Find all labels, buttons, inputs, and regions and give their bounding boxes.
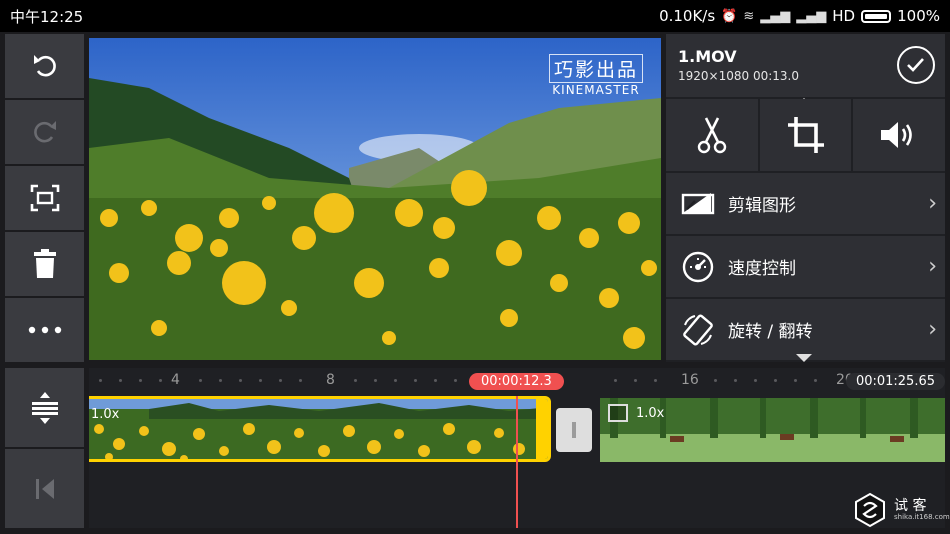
signal-icon: ▂▄▆: [760, 8, 791, 24]
status-indicators: 0.10K/s ⏰ ≋ ▂▄▆ ▂▄▆ HD 100%: [659, 7, 940, 25]
signal-icon: ▂▄▆: [796, 8, 827, 24]
redo-button[interactable]: [5, 100, 84, 164]
video-clip[interactable]: 1.0x: [600, 398, 945, 462]
menu-label: 速度控制: [728, 259, 796, 279]
chevron-right-icon: ›: [928, 254, 937, 279]
more-button[interactable]: [5, 298, 84, 362]
ruler-tick: 8: [326, 372, 335, 388]
trash-icon: [33, 249, 56, 278]
speed-dial-icon: [680, 249, 716, 285]
menu-label: 旋转 / 翻转: [728, 322, 813, 342]
scissors-icon: [697, 117, 727, 154]
site-url: shika.it168.com: [894, 513, 950, 521]
clip-options-panel: 1.MOV 1920×1080 00:13.0 剪辑图形 › 速度控制 › 旋转…: [666, 34, 946, 362]
battery-level: 100%: [897, 7, 940, 25]
status-time: 中午12:25: [10, 7, 84, 26]
hd-label: HD: [832, 7, 856, 25]
undo-icon: [33, 55, 56, 77]
alarm-off-icon: ⏰: [721, 8, 738, 24]
site-logo-icon: [855, 492, 885, 528]
redo-icon: [33, 121, 56, 143]
kinemaster-watermark: 巧影出品 KINEMASTER: [548, 54, 643, 97]
playhead[interactable]: [516, 396, 518, 528]
more-icon: [28, 326, 61, 334]
clip-speed-label: 1.0x: [636, 406, 665, 421]
menu-rotate-flip[interactable]: 旋转 / 翻转 ›: [666, 299, 945, 360]
volume-button[interactable]: [853, 99, 946, 171]
checkmark-icon: [907, 58, 924, 72]
ruler-tick: 4: [171, 372, 180, 388]
left-toolbar: [5, 34, 84, 362]
fit-screen-button[interactable]: [5, 166, 84, 230]
clip-name: 1.MOV: [678, 47, 737, 66]
menu-clip-graphics[interactable]: 剪辑图形 ›: [666, 173, 945, 234]
battery-icon: [861, 9, 892, 23]
watermark-cn: 巧影出品: [548, 54, 643, 83]
chevron-right-icon: ›: [928, 317, 937, 342]
track-height-button[interactable]: [5, 368, 84, 447]
clip-header: 1.MOV 1920×1080 00:13.0: [666, 34, 945, 97]
undo-button[interactable]: [5, 34, 84, 98]
scroll-down-icon[interactable]: [796, 354, 812, 362]
timeline[interactable]: 4 8 16 20 00:00:12.3 00:01:25.65 1.0x 1.…: [89, 368, 945, 528]
tool-row: [666, 99, 946, 171]
rotate-icon: [680, 312, 716, 348]
total-duration: 00:01:25.65: [845, 373, 945, 390]
playhead-time: 00:00:12.3: [469, 373, 564, 390]
volume-icon: [881, 122, 912, 148]
crop-button[interactable]: [759, 99, 852, 171]
wifi-icon: ≋: [743, 8, 755, 24]
confirm-button[interactable]: [897, 46, 935, 84]
split-button[interactable]: [666, 99, 758, 171]
video-clip-selected[interactable]: 1.0x: [89, 396, 551, 462]
fit-screen-icon: [30, 184, 59, 212]
clip-graphics-icon: [680, 186, 716, 222]
track-height-icon: [31, 391, 58, 424]
clip-speed-label: 1.0x: [91, 407, 120, 422]
timeline-toolbar: [5, 368, 84, 528]
transition-button[interactable]: [556, 408, 592, 452]
watermark-en: KINEMASTER: [552, 83, 640, 97]
chevron-right-icon: ›: [928, 191, 937, 216]
crop-icon: [787, 117, 824, 153]
clip-info: 1920×1080 00:13.0: [678, 69, 799, 83]
clip-type-icon: [608, 404, 628, 422]
menu-label: 剪辑图形: [728, 196, 796, 216]
video-preview[interactable]: 巧影出品 KINEMASTER: [89, 38, 661, 360]
skip-to-start-icon: [35, 478, 54, 499]
skip-to-start-button[interactable]: [5, 449, 84, 528]
net-speed: 0.10K/s: [659, 7, 716, 25]
delete-button[interactable]: [5, 232, 84, 296]
status-bar: 中午12:25 0.10K/s ⏰ ≋ ▂▄▆ ▂▄▆ HD 100%: [0, 0, 950, 32]
site-name: 试 客: [894, 498, 927, 514]
ruler-tick: 16: [681, 372, 699, 388]
clip-thumbnails: [89, 399, 548, 459]
site-watermark: 试 客 shika.it168.com: [852, 492, 950, 528]
menu-speed-control[interactable]: 速度控制 ›: [666, 236, 945, 297]
trim-handle[interactable]: [536, 399, 548, 459]
